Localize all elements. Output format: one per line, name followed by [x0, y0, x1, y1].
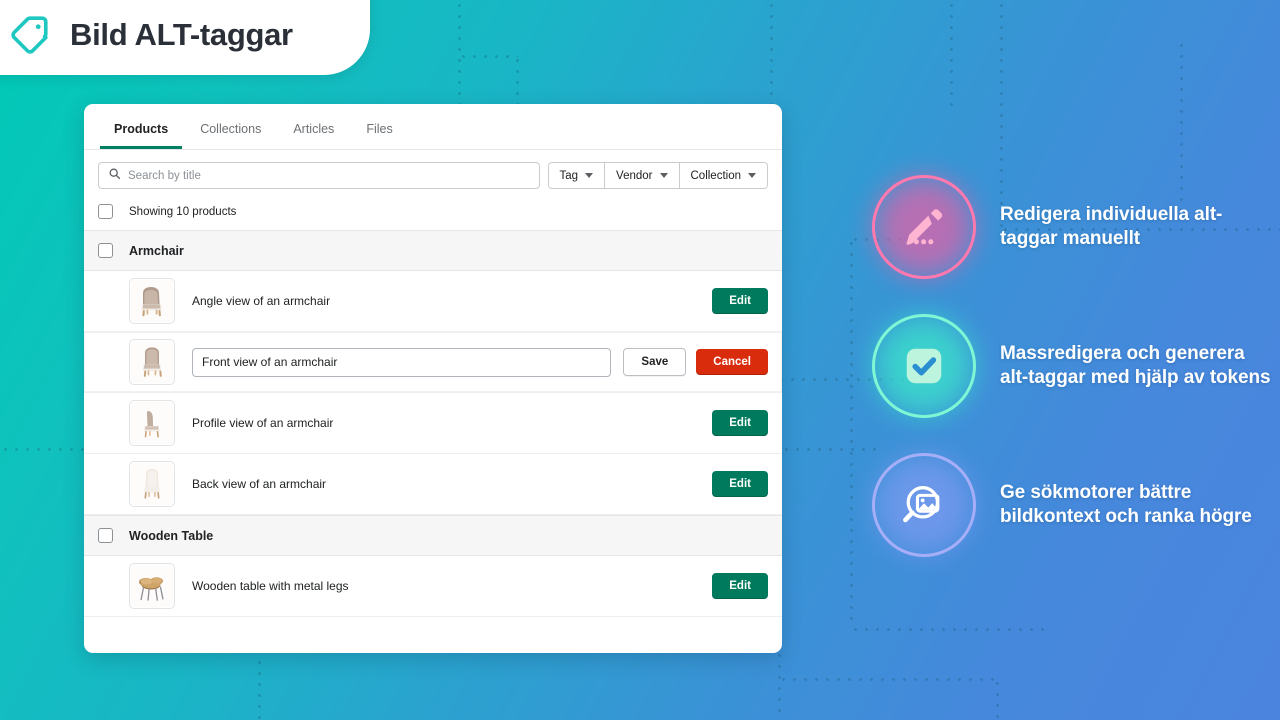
group-title: Wooden Table	[129, 528, 214, 543]
filter-vendor-label: Vendor	[616, 169, 653, 182]
cancel-button[interactable]: Cancel	[696, 349, 768, 375]
filter-tag-label: Tag	[559, 169, 579, 182]
row-actions: Edit	[712, 410, 768, 436]
group-title: Armchair	[129, 243, 184, 258]
chevron-down-icon	[659, 173, 668, 178]
tag-icon	[8, 13, 52, 57]
feature-label: Ge sökmotorer bättre bildkontext och ran…	[1000, 481, 1252, 527]
product-group-header: Armchair	[84, 230, 782, 271]
table-row: Back view of an armchair Edit	[84, 454, 782, 515]
bg-dot-line	[850, 238, 853, 448]
showing-count-label: Showing 10 products	[129, 205, 237, 218]
wooden-table-image	[131, 565, 173, 607]
edit-button[interactable]: Edit	[712, 288, 768, 314]
table-row: Angle view of an armchair Edit	[84, 271, 782, 332]
app-root: Bild ALT-taggar Products Collections Art…	[0, 0, 1280, 720]
table-row: Profile view of an armchair Edit	[84, 393, 782, 454]
filter-group: Tag Vendor Collection	[547, 162, 768, 189]
app-header: Bild ALT-taggar	[0, 0, 370, 75]
table-row-editing: Save Cancel	[84, 332, 782, 393]
feature-list: Redigera individuella alt-taggar manuell…	[872, 175, 1272, 592]
select-all-row: Showing 10 products	[84, 199, 782, 230]
product-thumbnail	[129, 278, 175, 324]
product-thumbnail	[129, 400, 175, 446]
products-panel: Products Collections Articles Files Sear…	[84, 104, 782, 653]
bg-dot-line	[850, 628, 1050, 631]
bg-dot-line	[778, 650, 781, 720]
feature-item-seo: Ge sökmotorer bättre bildkontext och ran…	[872, 453, 1272, 557]
tab-products[interactable]: Products	[100, 122, 183, 149]
product-group-header: Wooden Table	[84, 515, 782, 556]
alt-text-input[interactable]	[192, 347, 612, 377]
group-checkbox-wooden-table[interactable]	[98, 528, 113, 543]
armchair-back-image	[131, 463, 173, 505]
search-placeholder: Search by title	[128, 169, 201, 182]
tab-articles[interactable]: Articles	[279, 122, 348, 149]
filter-collection-button[interactable]: Collection	[679, 163, 767, 188]
bg-dot-line	[950, 0, 953, 110]
bg-dot-line	[770, 0, 773, 110]
edit-button[interactable]: Edit	[712, 471, 768, 497]
product-thumbnail	[129, 563, 175, 609]
alt-text-value: Profile view of an armchair	[192, 416, 334, 430]
page-title: Bild ALT-taggar	[70, 17, 293, 52]
row-actions: Edit	[712, 471, 768, 497]
chevron-down-icon	[748, 173, 756, 178]
feature-item-edit: Redigera individuella alt-taggar manuell…	[872, 175, 1272, 279]
filter-vendor-button[interactable]: Vendor	[605, 163, 680, 188]
tab-bar: Products Collections Articles Files	[84, 104, 782, 150]
row-actions: Edit	[712, 573, 768, 599]
alt-text-value: Back view of an armchair	[192, 477, 327, 491]
group-checkbox-armchair[interactable]	[98, 243, 113, 258]
tab-files[interactable]: Files	[352, 122, 406, 149]
armchair-profile-image	[131, 402, 173, 444]
row-actions-editing: Save Cancel	[611, 348, 768, 376]
search-field[interactable]: Search by title	[98, 162, 540, 189]
search-image-icon	[903, 486, 940, 523]
pencil-edit-icon	[906, 209, 943, 245]
table-row: Wooden table with metal legs Edit	[84, 556, 782, 617]
alt-text-value: Wooden table with metal legs	[192, 579, 349, 593]
bg-dot-line	[778, 678, 998, 681]
select-all-checkbox[interactable]	[98, 204, 113, 219]
search-icon	[108, 167, 121, 185]
filter-tag-button[interactable]: Tag	[548, 163, 606, 188]
filter-collection-label: Collection	[690, 169, 742, 182]
bg-dot-line	[996, 678, 999, 720]
feature-icon-badge	[872, 314, 976, 418]
armchair-angle-image	[131, 280, 173, 322]
edit-button[interactable]: Edit	[712, 573, 768, 599]
chevron-down-icon	[585, 173, 594, 178]
alt-text-value: Angle view of an armchair	[192, 294, 331, 308]
armchair-front-image	[131, 341, 173, 383]
product-thumbnail	[129, 339, 175, 385]
checkbox-checked-icon	[906, 348, 942, 384]
filter-bar: Search by title Tag Vendor Collection	[84, 150, 782, 199]
feature-icon-badge	[872, 175, 976, 279]
row-actions: Edit	[712, 288, 768, 314]
product-thumbnail	[129, 461, 175, 507]
feature-label: Massredigera och generera alt-taggar med…	[1000, 342, 1271, 388]
save-button[interactable]: Save	[623, 348, 687, 376]
feature-item-bulk-edit: Massredigera och generera alt-taggar med…	[872, 314, 1272, 418]
tab-collections[interactable]: Collections	[186, 122, 275, 149]
feature-icon-badge	[872, 453, 976, 557]
bg-dot-line	[850, 448, 853, 628]
edit-button[interactable]: Edit	[712, 410, 768, 436]
bg-dot-line	[458, 55, 518, 58]
feature-label: Redigera individuella alt-taggar manuell…	[1000, 203, 1223, 249]
